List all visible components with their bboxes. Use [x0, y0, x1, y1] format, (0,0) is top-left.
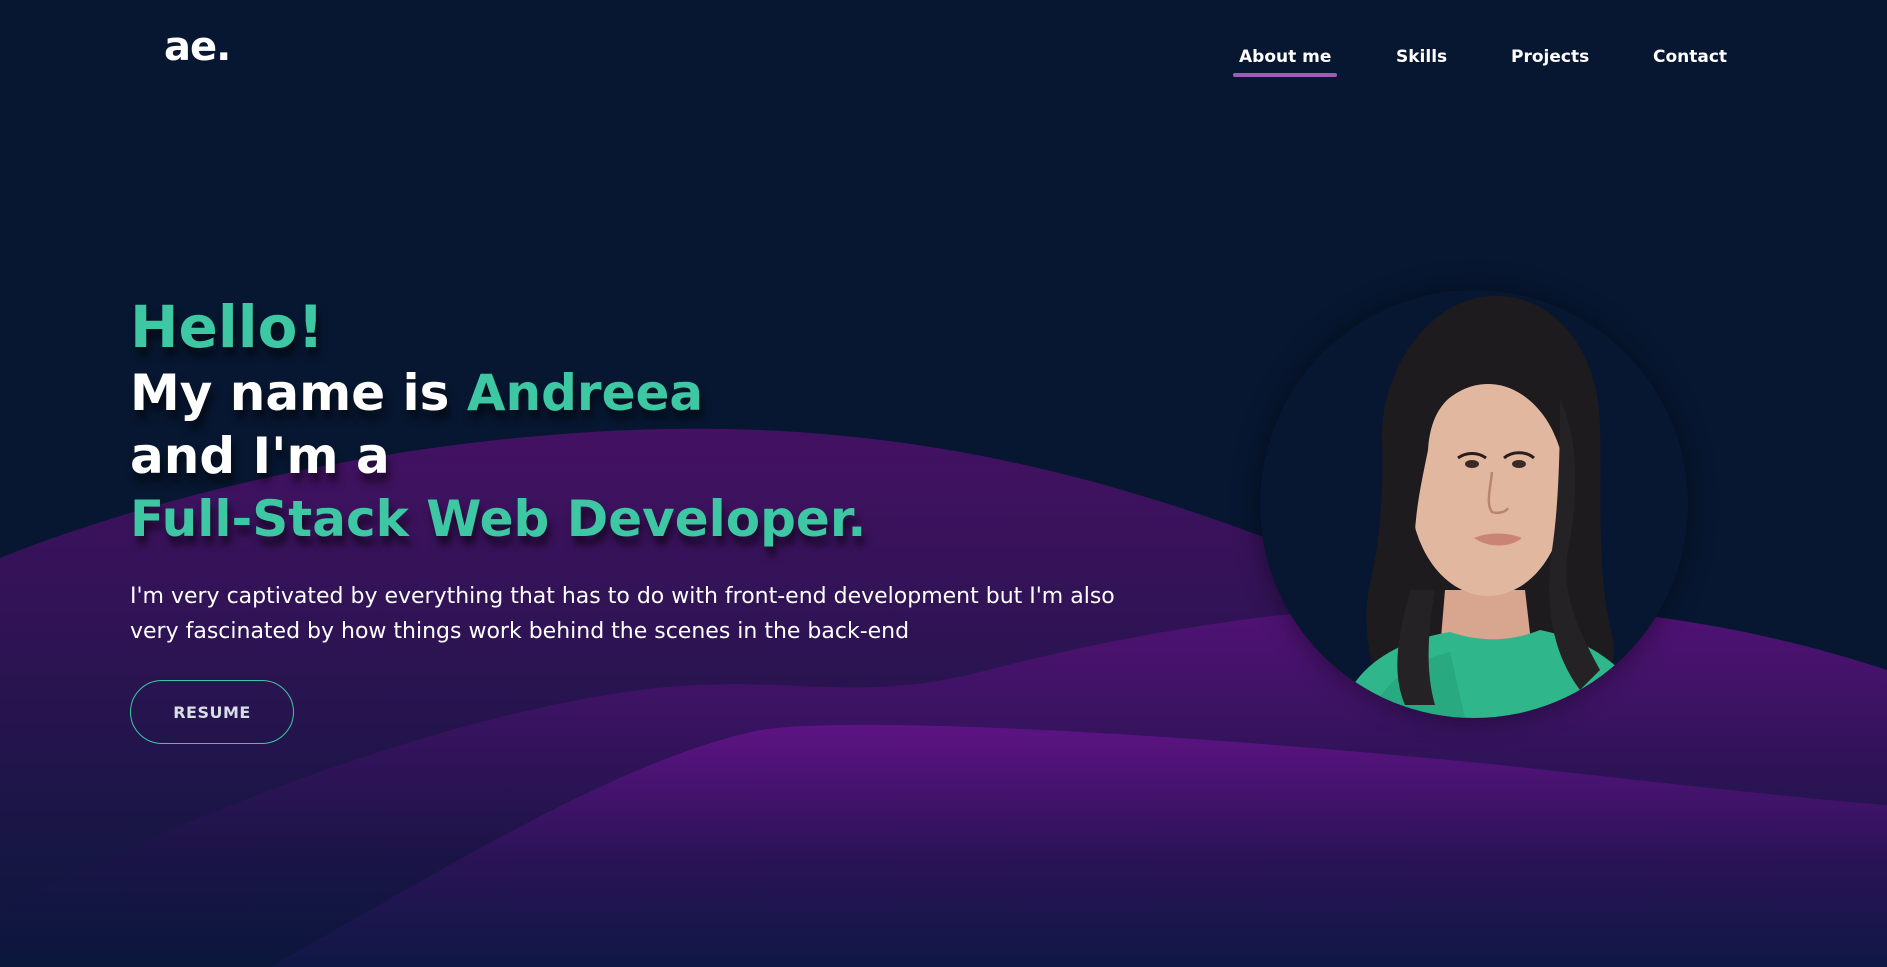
- hero-role-prefix: and I'm a: [130, 427, 390, 485]
- nav-item-contact[interactable]: Contact: [1653, 47, 1727, 67]
- profile-photo: [1260, 290, 1688, 718]
- hero-name-line: My name is Andreea: [130, 362, 1170, 425]
- hero-name: Andreea: [466, 364, 704, 422]
- page: ae. About me Skills Projects Contact Hel…: [0, 0, 1887, 967]
- nav-item-projects[interactable]: Projects: [1511, 47, 1589, 67]
- nav-item-skills[interactable]: Skills: [1396, 47, 1447, 67]
- logo[interactable]: ae.: [164, 24, 231, 70]
- hero-name-prefix: My name is: [130, 364, 450, 422]
- nav-item-about-me[interactable]: About me: [1232, 47, 1338, 77]
- hero-description: I'm very captivated by everything that h…: [130, 584, 1115, 644]
- profile-photo-illustration: [1260, 290, 1688, 718]
- main-nav: About me Skills Projects Contact: [1232, 47, 1732, 81]
- hero-greeting: Hello!: [130, 293, 324, 361]
- hero-role: Full-Stack Web Developer.: [130, 490, 867, 548]
- resume-button[interactable]: RESUME: [130, 680, 294, 744]
- hero-section: Hello! My name is Andreea and I'm a Full…: [130, 292, 1170, 649]
